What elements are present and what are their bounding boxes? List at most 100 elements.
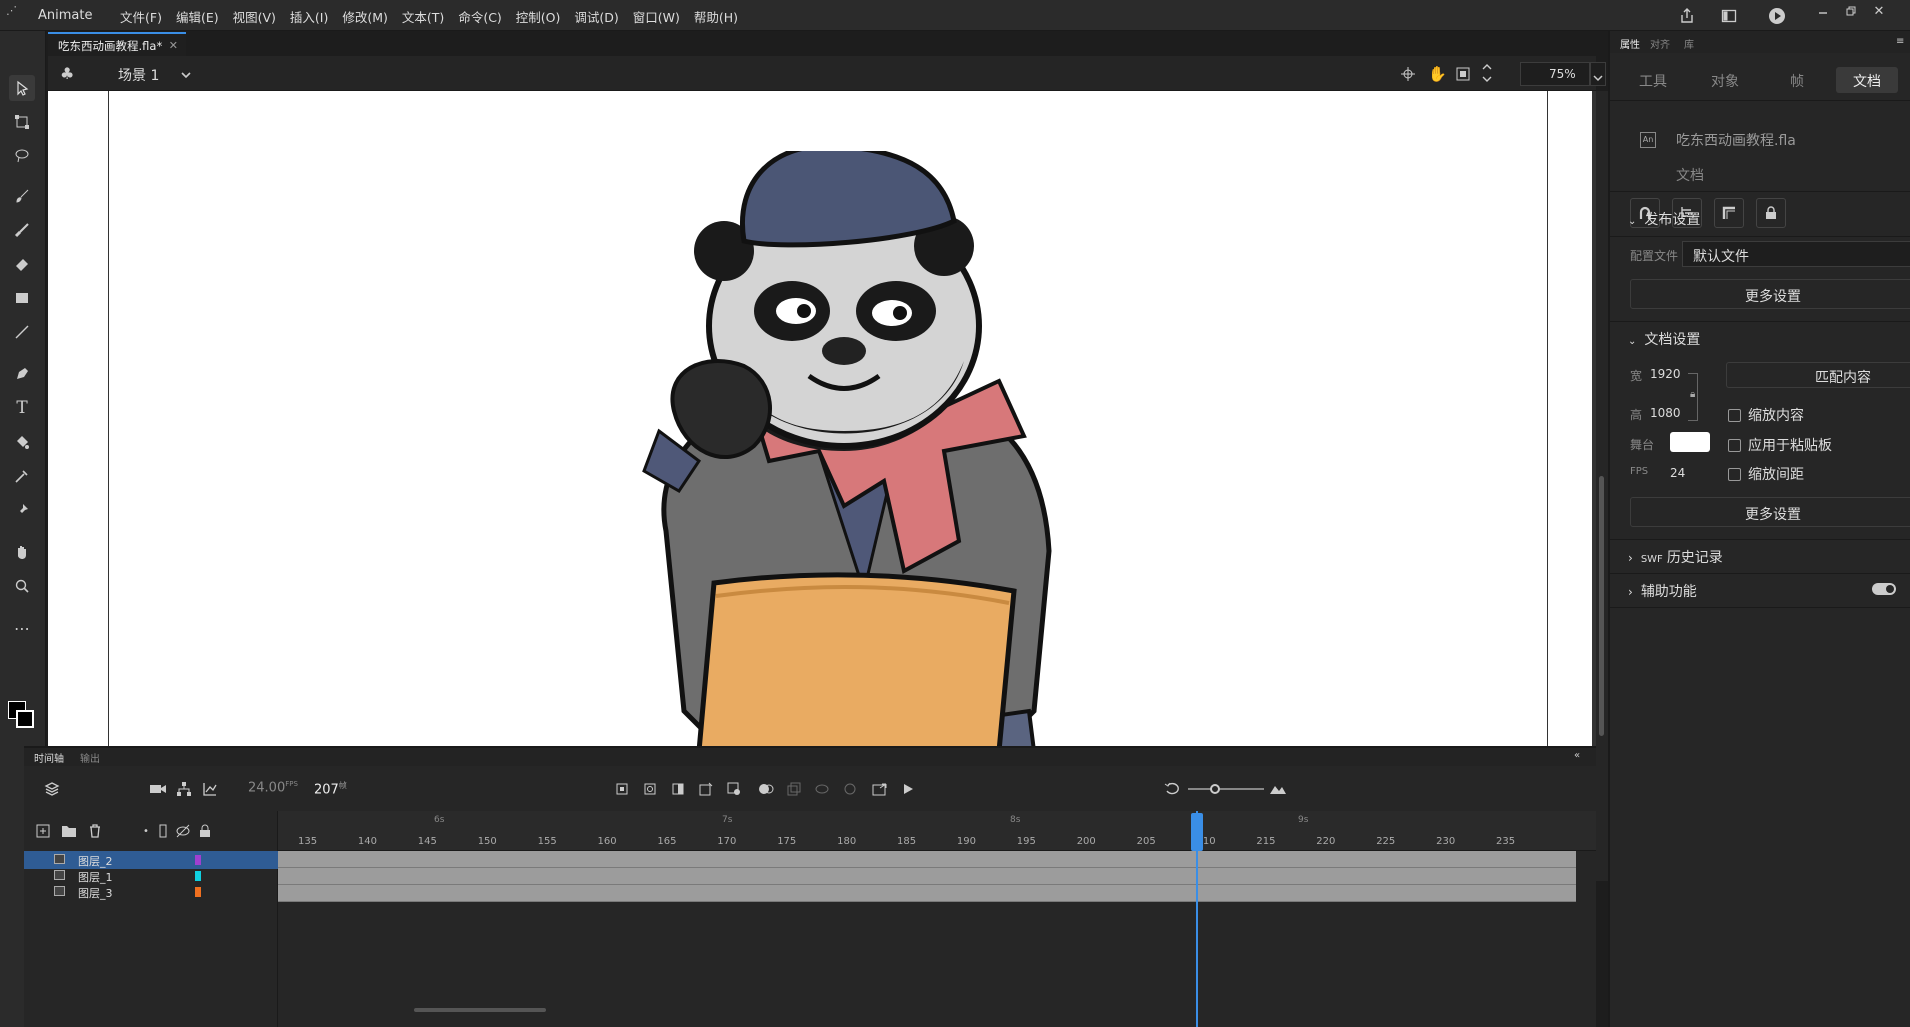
rotate-stage-icon[interactable]: ✋	[1428, 65, 1447, 83]
pen-tool-icon[interactable]	[9, 361, 35, 387]
scale-spacing-checkbox[interactable]	[1728, 468, 1741, 481]
selection-tool-icon[interactable]	[9, 75, 35, 101]
tab-timeline[interactable]: 时间轴	[34, 750, 64, 765]
menu-view[interactable]: 视图(V)	[233, 7, 276, 26]
new-folder-icon[interactable]	[60, 822, 78, 840]
fill-color-swatch[interactable]	[16, 710, 34, 728]
width-input[interactable]: 1920	[1650, 367, 1681, 381]
scene-dropdown-icon[interactable]	[180, 66, 192, 85]
stage[interactable]	[48, 91, 1592, 751]
share-icon[interactable]	[1676, 5, 1698, 27]
pin-tool-icon[interactable]	[9, 497, 35, 523]
menu-window[interactable]: 窗口(W)	[633, 7, 680, 26]
layer-row[interactable]: 图层_3	[24, 883, 278, 901]
export-icon[interactable]	[870, 779, 890, 799]
rectangle-tool-icon[interactable]	[9, 285, 35, 311]
tab-align[interactable]: 对齐	[1650, 36, 1670, 51]
match-contents-button[interactable]: 匹配内容	[1726, 362, 1910, 388]
publish-more-settings-button[interactable]: 更多设置	[1630, 279, 1910, 309]
hand-tool-icon[interactable]	[9, 539, 35, 565]
menu-commands[interactable]: 命令(C)	[458, 7, 501, 26]
hide-layers-icon[interactable]	[174, 822, 192, 840]
layout-icon[interactable]	[1718, 5, 1740, 27]
tab-output[interactable]: 输出	[80, 750, 100, 765]
layer-parenting-icon[interactable]	[174, 779, 194, 799]
onion-skin-icon[interactable]	[756, 779, 776, 799]
document-more-settings-button[interactable]: 更多设置	[1630, 497, 1910, 527]
layers-icon[interactable]	[42, 779, 62, 799]
frame-grid[interactable]	[278, 851, 1596, 1027]
layer-color-swatch[interactable]	[195, 855, 201, 865]
zoom-stepper-icon[interactable]	[1482, 62, 1492, 88]
apply-pasteboard-checkbox[interactable]	[1728, 439, 1741, 452]
frame-zoom-slider-thumb[interactable]	[1210, 784, 1220, 794]
accessibility-toggle[interactable]	[1872, 583, 1896, 595]
menu-modify[interactable]: 修改(M)	[342, 7, 388, 26]
menu-insert[interactable]: 插入(I)	[290, 7, 328, 26]
corner-guide-icon[interactable]	[1714, 198, 1744, 228]
restore-icon[interactable]	[1840, 0, 1862, 22]
menu-help[interactable]: 帮助(H)	[694, 7, 738, 26]
eraser-tool-icon[interactable]	[9, 251, 35, 277]
edit-multiple-frames-icon[interactable]	[784, 779, 804, 799]
height-input[interactable]: 1080	[1650, 406, 1681, 420]
more-tools-icon[interactable]: ⋯	[9, 615, 35, 641]
document-settings-header[interactable]: ⌄ 文档设置	[1628, 329, 1700, 349]
scene-name[interactable]: 场景 1	[118, 65, 159, 85]
insert-keyframe-icon[interactable]	[612, 779, 632, 799]
minimize-icon[interactable]	[1812, 0, 1834, 22]
scale-content-checkbox[interactable]	[1728, 409, 1741, 422]
lock-layers-icon[interactable]	[196, 822, 214, 840]
menu-text[interactable]: 文本(T)	[402, 7, 444, 26]
frame-row[interactable]	[278, 851, 1576, 868]
swf-history-header[interactable]: › SWF 历史记录	[1628, 547, 1723, 567]
tab-properties[interactable]: 属性	[1620, 36, 1640, 51]
new-layer-icon[interactable]	[34, 822, 52, 840]
insert-blank-keyframe-icon[interactable]	[640, 779, 660, 799]
frame-zoom-slider[interactable]	[1188, 784, 1264, 794]
paint-bucket-icon[interactable]	[9, 429, 35, 455]
edit-symbols-icon[interactable]: ♣	[60, 64, 74, 83]
workspace-icon[interactable]: ⋰	[6, 4, 26, 26]
layer-color-swatch[interactable]	[195, 871, 201, 881]
eyedropper-icon[interactable]	[9, 463, 35, 489]
play-icon[interactable]	[898, 779, 918, 799]
tab-frame[interactable]: 帧	[1766, 67, 1828, 93]
loop-icon[interactable]	[812, 779, 832, 799]
clip-stage-icon[interactable]	[1456, 66, 1470, 85]
stage-vertical-scrollbar[interactable]	[1596, 91, 1608, 881]
frame-view-icon[interactable]	[1268, 779, 1288, 799]
center-stage-icon[interactable]	[1401, 66, 1415, 85]
zoom-level-input[interactable]: 75%	[1520, 62, 1590, 86]
auto-keyframe-icon[interactable]	[696, 779, 716, 799]
collapse-panel-icon[interactable]: «	[1574, 750, 1580, 761]
profile-select[interactable]: 默认文件	[1682, 241, 1910, 267]
current-frame-display[interactable]: 207帧	[314, 780, 347, 797]
tab-tool[interactable]: 工具	[1622, 67, 1684, 93]
document-tab[interactable]: 吃东西动画教程.fla* ✕	[48, 32, 186, 56]
panda-character-artwork[interactable]	[604, 151, 1144, 751]
zoom-tool-icon[interactable]	[9, 573, 35, 599]
stage-color-swatch[interactable]	[1670, 432, 1710, 452]
undo-icon[interactable]	[1162, 779, 1182, 799]
outline-view-icon[interactable]	[154, 822, 172, 840]
tab-document[interactable]: 文档	[1836, 67, 1898, 93]
timeline-horizontal-scrollbar[interactable]	[414, 1008, 546, 1012]
close-icon[interactable]: ✕	[1868, 0, 1890, 22]
accessibility-header[interactable]: › 辅助功能	[1628, 581, 1697, 601]
lock-ratio-icon[interactable]: 🔒︎	[1690, 389, 1695, 400]
tab-object[interactable]: 对象	[1694, 67, 1756, 93]
free-transform-icon[interactable]	[9, 109, 35, 135]
playhead[interactable]	[1191, 811, 1203, 1027]
playhead-handle[interactable]	[1191, 813, 1203, 851]
text-tool-icon[interactable]: T	[9, 395, 35, 421]
paint-brush-icon[interactable]	[9, 183, 35, 209]
publish-settings-header[interactable]: ⌄ 发布设置	[1628, 209, 1700, 229]
tab-library[interactable]: 库	[1684, 36, 1694, 51]
highlight-layers-icon[interactable]: •	[137, 822, 155, 840]
zoom-dropdown-icon[interactable]	[1590, 62, 1606, 86]
frame-row[interactable]	[278, 868, 1576, 885]
menu-debug[interactable]: 调试(D)	[574, 7, 618, 26]
menu-control[interactable]: 控制(O)	[516, 7, 561, 26]
test-movie-icon[interactable]	[1766, 5, 1788, 27]
